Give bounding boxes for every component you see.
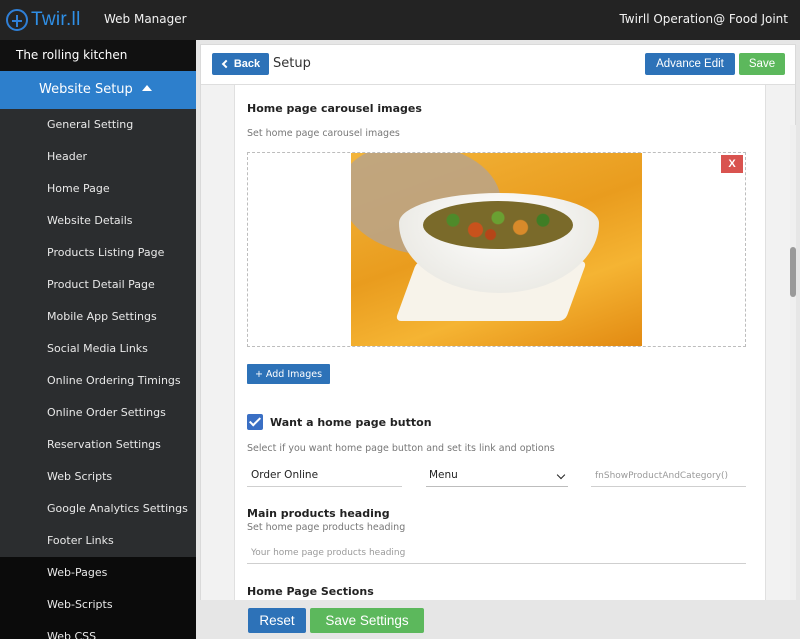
remove-image-button[interactable]: X [721,155,743,173]
sidebar-item-home-page[interactable]: Home Page [0,173,196,205]
sidebar-item-products-listing-page[interactable]: Products Listing Page [0,237,196,269]
twirll-logo-icon [6,9,28,31]
sidebar-item-reservation-settings[interactable]: Reservation Settings [0,429,196,461]
settings-content: Home page carousel images Set home page … [201,85,796,639]
app-title: Web Manager [104,12,187,26]
advance-edit-button[interactable]: Advance Edit [645,53,735,75]
scrollbar[interactable] [790,125,796,639]
scrollbar-thumb[interactable] [790,247,796,297]
home-page-settings-form: Home page carousel images Set home page … [234,85,766,601]
sidebar: The rolling kitchen Website Setup Genera… [0,40,196,639]
sidebar-item-social-media-links[interactable]: Social Media Links [0,333,196,365]
products-heading-input[interactable]: Your home page products heading [247,548,746,564]
page-title: Setup [273,56,311,71]
chevron-up-icon [141,85,152,91]
sidebar-item-web-scripts[interactable]: Web Scripts [0,461,196,493]
sidebar-section-web-css[interactable]: Web CSS [0,621,196,639]
save-button[interactable]: Save [739,53,785,75]
footer-actions: Reset Save Settings [200,600,800,639]
carousel-image-dropzone[interactable]: X [247,152,746,347]
products-heading-hint: Set home page products heading [247,522,406,533]
top-bar: Twir.ll Web Manager Twirll Operation@ Fo… [0,0,800,40]
account-name[interactable]: Twirll Operation@ Food Joint [619,12,788,26]
home-button-label: Want a home page button [270,416,432,429]
products-heading-label: Main products heading [247,507,390,520]
logo-text: Twir.ll [31,9,81,30]
home-button-link-select[interactable]: Menu [426,469,568,487]
sidebar-section-web-pages[interactable]: Web-Pages [0,557,196,589]
sidebar-item-general-setting[interactable]: General Setting [0,109,196,141]
save-settings-button[interactable]: Save Settings [310,608,424,633]
carousel-image [351,153,642,346]
sidebar-item-product-detail-page[interactable]: Product Detail Page [0,269,196,301]
setup-header: Back Setup Advance Edit Save [201,45,795,85]
sidebar-section-website-setup[interactable]: Website Setup [0,71,196,109]
sidebar-item-header[interactable]: Header [0,141,196,173]
sidebar-item-online-order-settings[interactable]: Online Order Settings [0,397,196,429]
sidebar-section-web-scripts[interactable]: Web-Scripts [0,589,196,621]
chevron-left-icon [221,59,231,69]
carousel-heading: Home page carousel images [247,102,422,115]
add-images-button[interactable]: + Add Images [247,364,330,384]
sidebar-restaurant-name[interactable]: The rolling kitchen [0,40,196,71]
home-button-hint: Select if you want home page button and … [247,443,555,454]
carousel-hint: Set home page carousel images [247,128,400,139]
sidebar-item-footer-links[interactable]: Footer Links [0,525,196,557]
home-button-link-value: Menu [429,469,458,481]
sidebar-section-label: Website Setup [39,82,133,97]
sidebar-item-online-ordering-timings[interactable]: Online Ordering Timings [0,365,196,397]
sidebar-item-mobile-app-settings[interactable]: Mobile App Settings [0,301,196,333]
home-button-text-input[interactable]: Order Online [247,469,402,487]
home-button-checkbox[interactable] [247,414,263,430]
back-button-label: Back [233,58,261,70]
app-logo[interactable]: Twir.ll [6,8,81,32]
reset-button[interactable]: Reset [248,608,306,633]
main-panel: Back Setup Advance Edit Save Home page c… [200,44,796,639]
back-button[interactable]: Back [212,53,269,75]
home-page-sections-heading: Home Page Sections [247,585,374,598]
sidebar-item-google-analytics-settings[interactable]: Google Analytics Settings [0,493,196,525]
chevron-down-icon [556,470,566,480]
sidebar-item-website-details[interactable]: Website Details [0,205,196,237]
home-button-function-input[interactable]: fnShowProductAndCategory() [591,471,746,487]
